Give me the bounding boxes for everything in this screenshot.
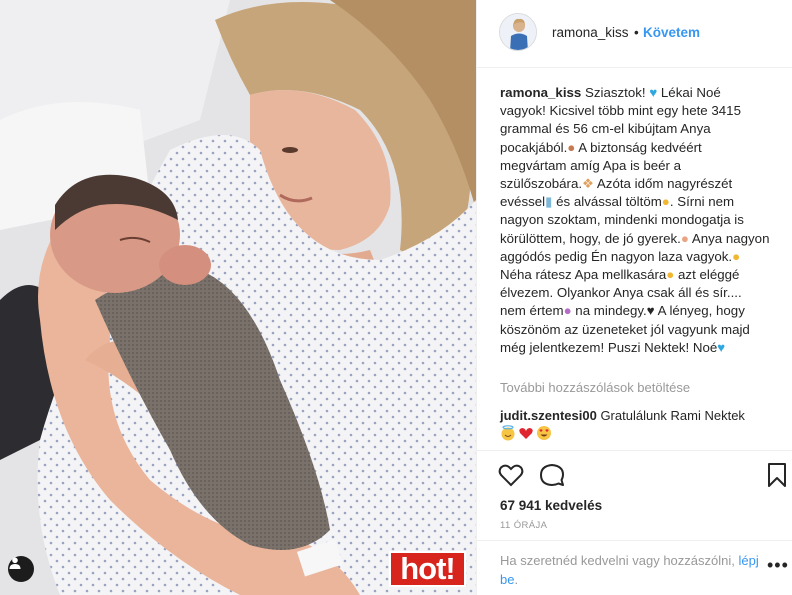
post-photo[interactable]: hot! [0,0,476,595]
header-username[interactable]: ramona_kiss [552,25,629,40]
comment-item: judit.szentesi00 Gratulálunk Rami Nektek [500,407,780,425]
like-count[interactable]: 67 941 kedvelés [500,498,602,513]
avatar[interactable] [499,13,537,51]
caption-username[interactable]: ramona_kiss [500,85,581,100]
post-caption: ramona_kiss Sziasztok! ♥ Lékai Noé vagyo… [500,84,770,357]
caption-text-6: és alvással töltöm [552,194,662,210]
login-prompt-text: Ha szeretnéd kedvelni vagy hozzászólni, … [500,551,760,589]
photo-illustration [0,0,476,595]
comment-username[interactable]: judit.szentesi00 [500,408,597,423]
heart-outline-icon[interactable] [497,461,525,489]
more-options-icon[interactable]: ••• [767,555,789,576]
smiling-halo-face-icon [501,425,515,441]
sleepy-face-icon: ● [661,194,670,210]
heart-eyes-face-icon [537,426,551,440]
login-period: . [514,572,519,587]
comment-text: Gratulálunk Rami Nektek [600,408,745,423]
login-text: Ha szeretnéd kedvelni vagy hozzászólni, [500,553,735,568]
action-bar [477,450,792,500]
comment-bubble-icon[interactable] [538,461,566,489]
hot-watermark: hot! [389,551,466,587]
baby-emoji-icon: ● [680,230,689,246]
sunglasses-face-icon: ● [732,248,741,264]
follow-button[interactable]: Követem [643,25,700,40]
red-heart-icon [519,428,533,439]
shrug-emoji-icon: ● [563,303,572,319]
post-sidebar: ramona_kiss • Követem ramona_kiss Sziasz… [476,0,792,595]
post-timestamp[interactable]: 11 ÓRÁJA [500,520,547,531]
post-header: ramona_kiss • Követem [477,0,792,68]
comment-emojis [500,425,552,441]
caption-text-9: Néha rátesz Apa mellkasára [500,267,667,283]
user-tag-icon[interactable] [8,556,34,582]
login-prompt: Ha szeretnéd kedvelni vagy hozzászólni, … [477,540,792,595]
blue-heart-icon-end: ♥ [717,339,726,355]
header-separator: • [634,25,639,40]
bookmark-icon[interactable] [763,461,791,489]
hands-emoji-icon: ❖ [582,176,594,192]
load-more-comments[interactable]: További hozzászólások betöltése [500,380,690,395]
caption-text-1: Sziasztok! [585,85,650,100]
